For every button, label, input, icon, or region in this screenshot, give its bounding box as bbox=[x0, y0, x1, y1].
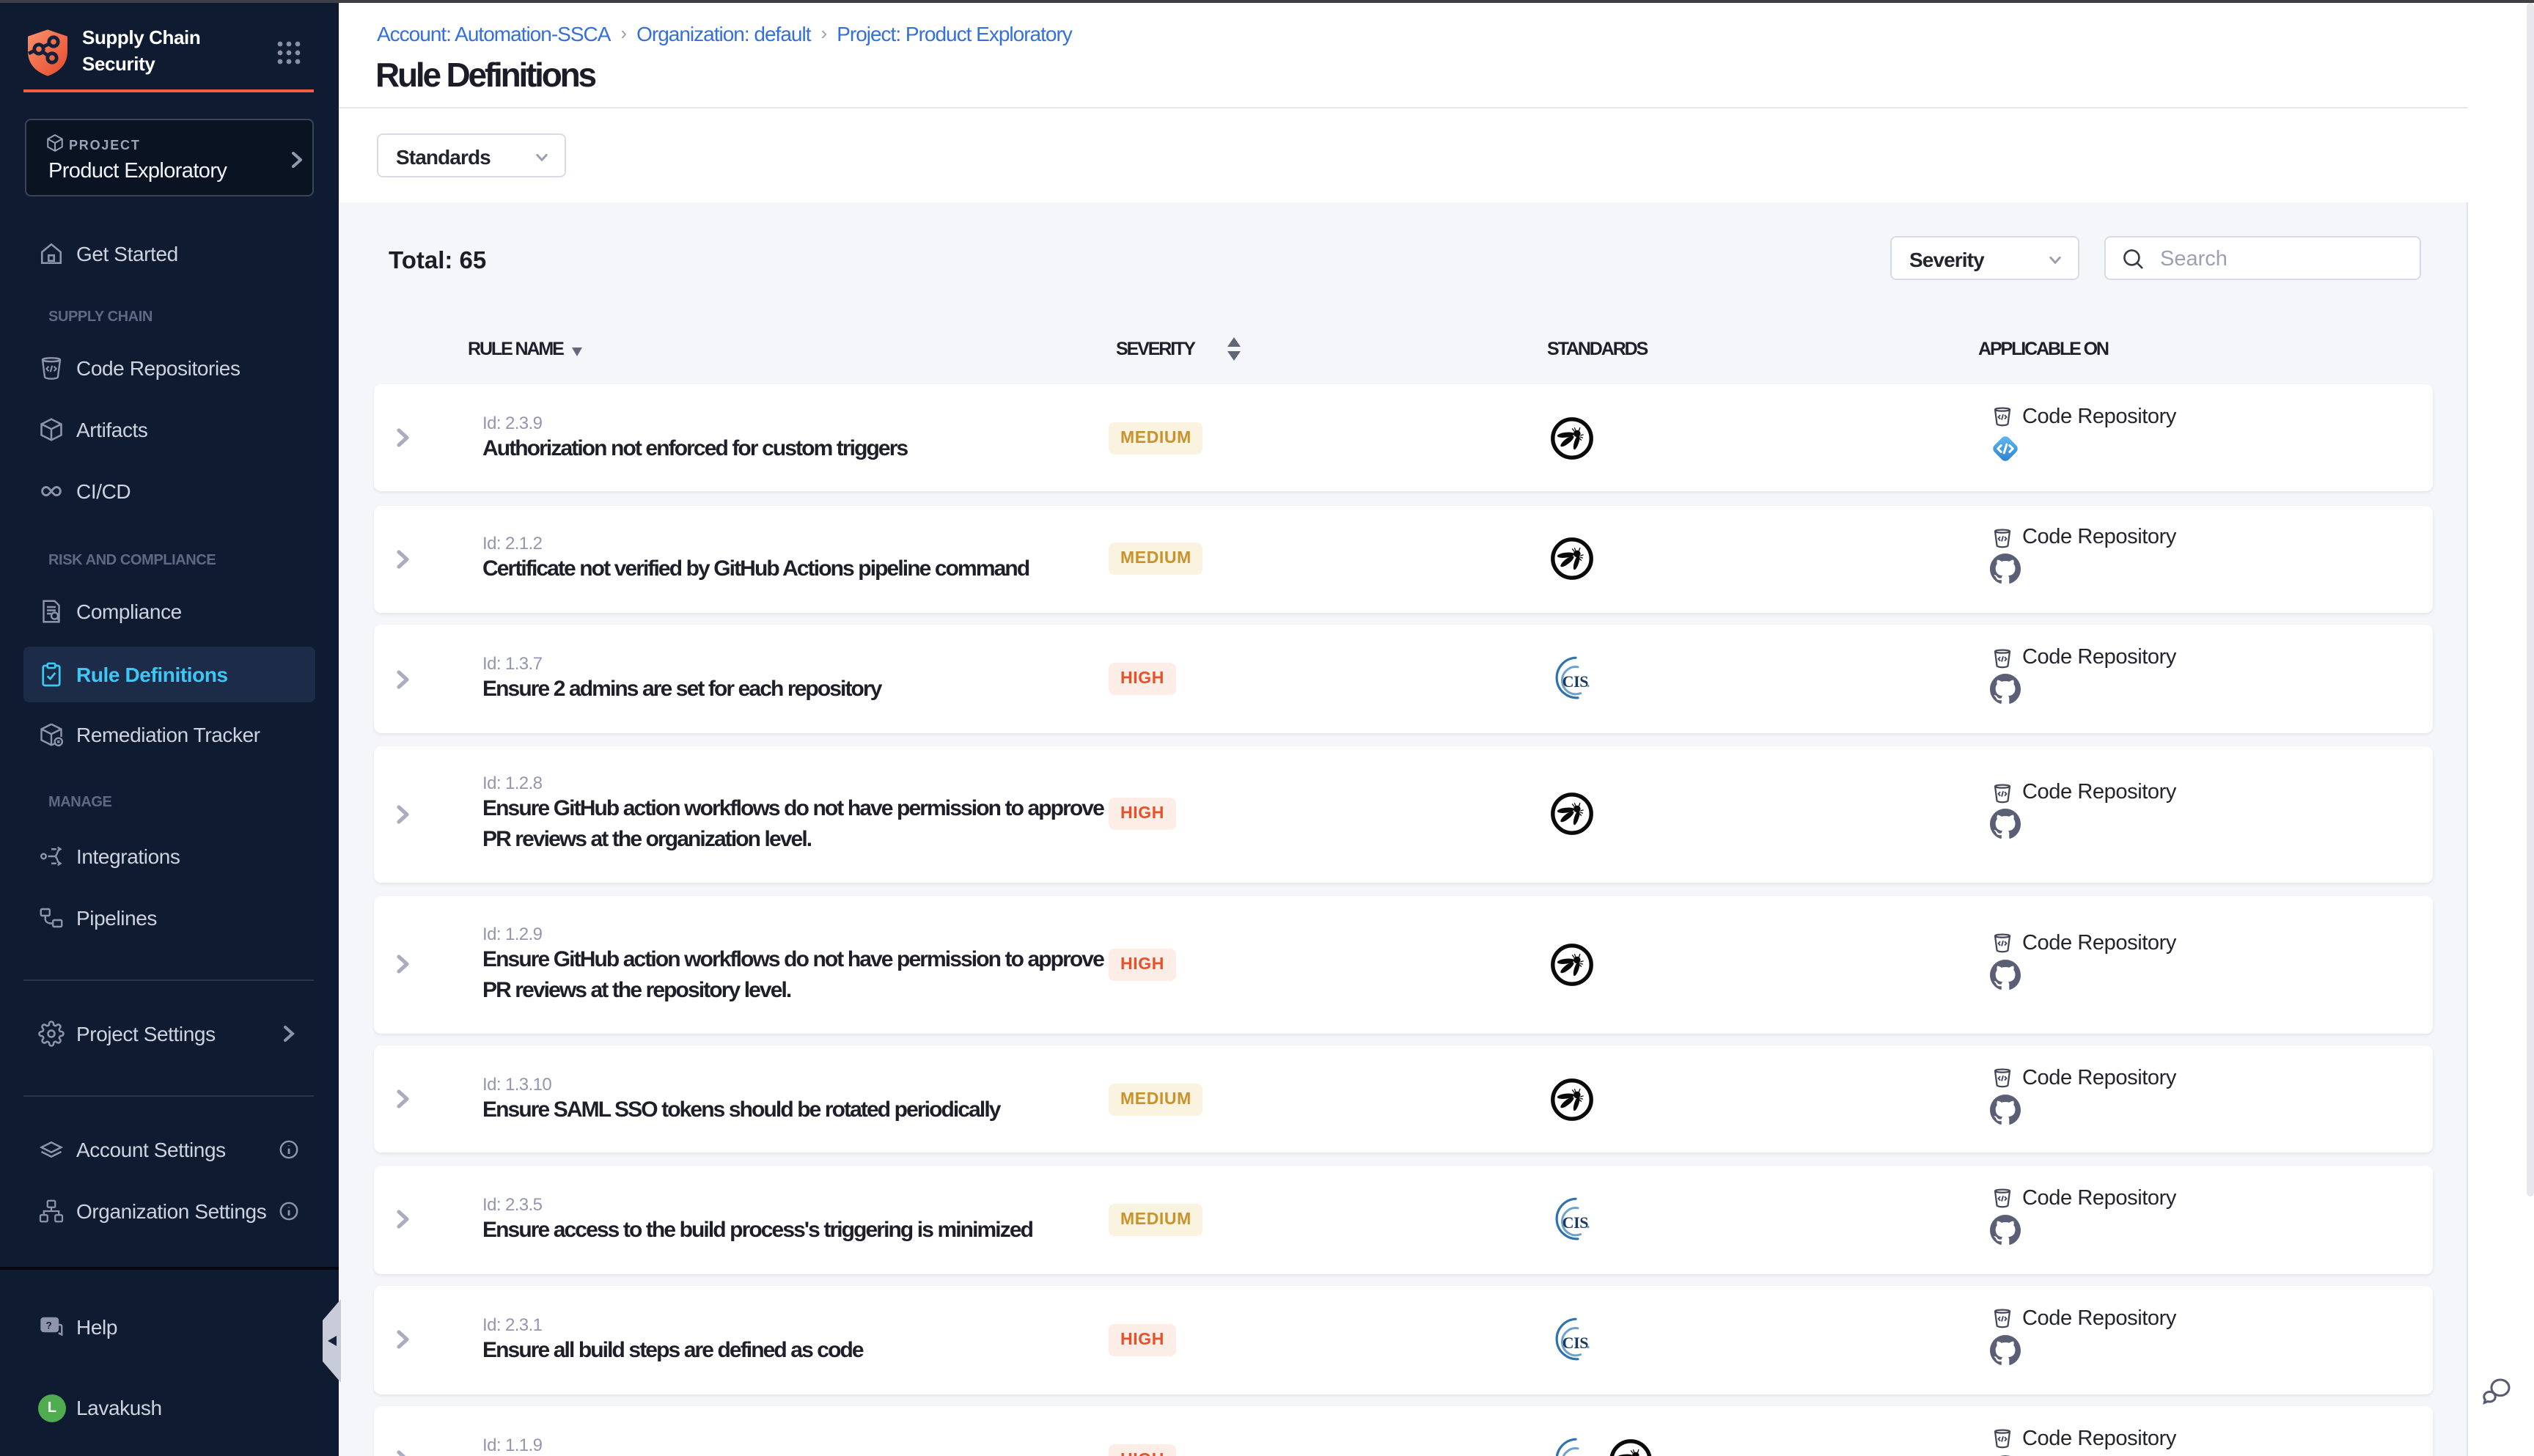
svg-text:CIS: CIS bbox=[1562, 1333, 1589, 1351]
svg-text:CIS: CIS bbox=[1562, 1213, 1589, 1231]
svg-text:?: ? bbox=[46, 1320, 52, 1331]
svg-text:CIS: CIS bbox=[1562, 1453, 1589, 1456]
svg-text:CIS: CIS bbox=[1562, 672, 1589, 691]
